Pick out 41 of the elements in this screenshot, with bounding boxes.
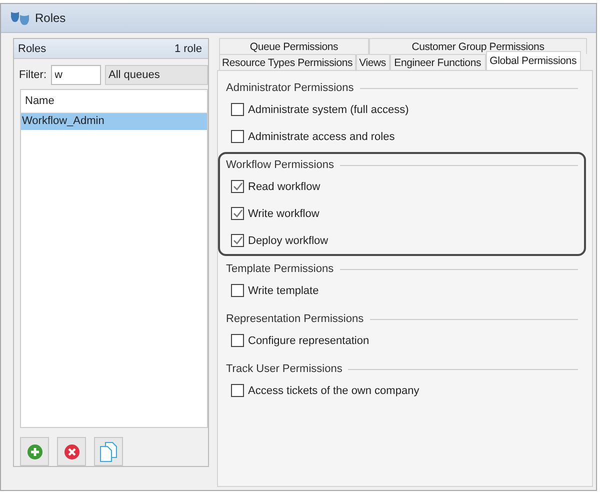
checkbox-label[interactable]: Administrate system (full access) bbox=[248, 104, 409, 116]
copy-button[interactable] bbox=[94, 437, 123, 466]
delete-button[interactable] bbox=[57, 437, 86, 466]
tab[interactable]: Resource Types Permissions bbox=[219, 54, 356, 70]
group-title: Administrator Permissions bbox=[226, 82, 354, 94]
panel-title: Roles bbox=[18, 42, 46, 55]
filter-field[interactable]: w bbox=[50, 65, 100, 86]
checkbox[interactable] bbox=[231, 130, 244, 143]
checkbox-label[interactable]: Write workflow bbox=[248, 208, 320, 220]
role-count: 1 role bbox=[174, 42, 202, 55]
filter-label: Filter: bbox=[19, 69, 46, 82]
checkbox-label[interactable]: Administrate access and roles bbox=[248, 130, 395, 142]
checkbox-label[interactable]: Access tickets of the own company bbox=[248, 384, 420, 396]
checkbox[interactable] bbox=[231, 334, 244, 347]
group-title: Workflow Permissions bbox=[226, 159, 334, 171]
checkbox[interactable] bbox=[231, 180, 244, 193]
checkbox-label[interactable]: Configure representation bbox=[248, 334, 370, 346]
copy-icon bbox=[100, 442, 117, 462]
checkbox[interactable] bbox=[231, 234, 244, 247]
tab[interactable]: Engineer Functions bbox=[390, 54, 486, 70]
checkbox-label[interactable]: Write template bbox=[248, 284, 319, 296]
tab[interactable]: Customer Group Permissions bbox=[369, 38, 587, 54]
checkbox[interactable] bbox=[231, 207, 244, 220]
tab[interactable]: Views bbox=[356, 54, 390, 70]
checkbox[interactable] bbox=[231, 284, 244, 297]
tab[interactable]: Global Permissions bbox=[486, 51, 581, 70]
close-icon bbox=[64, 444, 80, 460]
masks-icon bbox=[11, 11, 29, 25]
checkbox[interactable] bbox=[231, 103, 244, 116]
window-title: Roles bbox=[35, 11, 66, 25]
queue-dropdown[interactable]: All queues bbox=[104, 65, 208, 86]
group-title: Track User Permissions bbox=[226, 363, 342, 375]
add-button[interactable] bbox=[20, 437, 49, 466]
checkbox-label[interactable]: Deploy workflow bbox=[248, 234, 328, 246]
checkbox-label[interactable]: Read workflow bbox=[248, 180, 320, 192]
group-title: Template Permissions bbox=[226, 263, 334, 275]
group-title: Representation Permissions bbox=[226, 313, 364, 325]
plus-icon bbox=[26, 444, 42, 460]
tab[interactable]: Queue Permissions bbox=[219, 38, 369, 54]
checkbox[interactable] bbox=[231, 384, 244, 397]
list-row[interactable]: Workflow_Admin bbox=[21, 113, 207, 130]
